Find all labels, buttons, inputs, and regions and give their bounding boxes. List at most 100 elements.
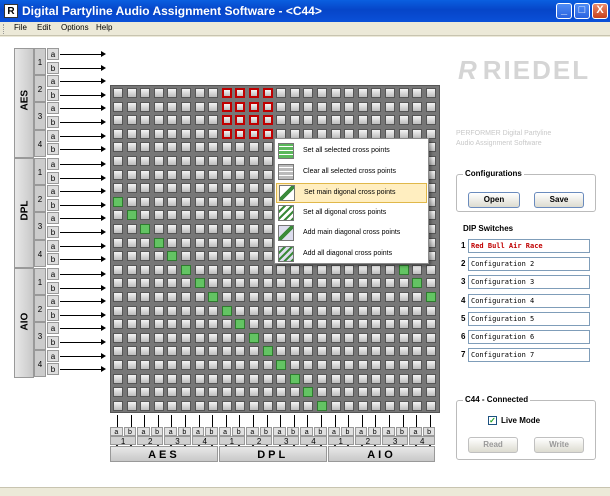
crosspoint-cell[interactable]	[208, 169, 219, 180]
crosspoint-cell[interactable]	[412, 101, 423, 112]
crosspoint-cell[interactable]	[208, 251, 219, 262]
crosspoint-cell[interactable]	[371, 400, 382, 411]
crosspoint-cell[interactable]	[385, 400, 395, 411]
crosspoint-cell[interactable]	[235, 196, 246, 207]
crosspoint-cell[interactable]	[167, 305, 178, 316]
crosspoint-cell[interactable]	[235, 346, 246, 357]
crosspoint-cell[interactable]	[385, 278, 395, 289]
crosspoint-cell[interactable]	[126, 156, 137, 166]
crosspoint-cell[interactable]	[249, 332, 259, 343]
crosspoint-cell[interactable]	[153, 128, 164, 139]
crosspoint-cell[interactable]	[371, 115, 382, 126]
crosspoint-cell[interactable]	[330, 292, 341, 302]
crosspoint-cell[interactable]	[412, 373, 423, 384]
crosspoint-cell[interactable]	[262, 292, 273, 302]
crosspoint-cell[interactable]	[167, 101, 178, 112]
crosspoint-cell[interactable]	[249, 183, 259, 194]
crosspoint-cell[interactable]	[208, 400, 219, 411]
crosspoint-cell[interactable]	[235, 251, 246, 262]
crosspoint-cell[interactable]	[221, 319, 232, 330]
crosspoint-cell[interactable]	[262, 332, 273, 343]
crosspoint-cell[interactable]	[357, 88, 368, 98]
crosspoint-cell[interactable]	[249, 237, 259, 248]
crosspoint-cell[interactable]	[357, 387, 368, 398]
crosspoint-cell[interactable]	[385, 373, 395, 384]
crosspoint-cell[interactable]	[113, 237, 123, 248]
crosspoint-cell[interactable]	[412, 115, 423, 126]
crosspoint-cell[interactable]	[181, 387, 191, 398]
crosspoint-cell[interactable]	[181, 251, 191, 262]
crosspoint-cell[interactable]	[412, 88, 423, 98]
crosspoint-cell[interactable]	[113, 128, 123, 139]
context-menu-item[interactable]: Add main diagonal cross points	[276, 224, 427, 244]
crosspoint-cell[interactable]	[113, 210, 123, 221]
crosspoint-cell[interactable]	[113, 88, 123, 98]
crosspoint-cell[interactable]	[181, 373, 191, 384]
crosspoint-cell[interactable]	[221, 332, 232, 343]
crosspoint-cell[interactable]	[303, 292, 314, 302]
crosspoint-cell[interactable]	[330, 373, 341, 384]
crosspoint-cell[interactable]	[344, 373, 355, 384]
crosspoint-cell[interactable]	[330, 278, 341, 289]
crosspoint-cell[interactable]	[385, 360, 395, 370]
crosspoint-cell[interactable]	[425, 319, 436, 330]
crosspoint-cell[interactable]	[153, 88, 164, 98]
crosspoint-cell[interactable]	[398, 264, 409, 275]
crosspoint-cell[interactable]	[235, 373, 246, 384]
crosspoint-cell[interactable]	[181, 332, 191, 343]
crosspoint-cell[interactable]	[249, 101, 259, 112]
crosspoint-cell[interactable]	[344, 101, 355, 112]
crosspoint-cell[interactable]	[276, 88, 287, 98]
crosspoint-cell[interactable]	[262, 387, 273, 398]
crosspoint-cell[interactable]	[357, 101, 368, 112]
crosspoint-cell[interactable]	[289, 373, 300, 384]
dip-switch-name-field[interactable]: Configuration 5	[468, 311, 590, 326]
crosspoint-cell[interactable]	[167, 264, 178, 275]
crosspoint-cell[interactable]	[167, 237, 178, 248]
crosspoint-cell[interactable]	[113, 360, 123, 370]
crosspoint-cell[interactable]	[221, 387, 232, 398]
dip-switch-name-field[interactable]: Configuration 6	[468, 330, 590, 344]
crosspoint-cell[interactable]	[344, 360, 355, 370]
crosspoint-cell[interactable]	[317, 88, 327, 98]
crosspoint-cell[interactable]	[113, 400, 123, 411]
crosspoint-cell[interactable]	[113, 346, 123, 357]
crosspoint-cell[interactable]	[276, 115, 287, 126]
crosspoint-cell[interactable]	[235, 101, 246, 112]
crosspoint-cell[interactable]	[303, 305, 314, 316]
crosspoint-cell[interactable]	[208, 156, 219, 166]
crosspoint-cell[interactable]	[262, 251, 273, 262]
crosspoint-cell[interactable]	[113, 196, 123, 207]
crosspoint-cell[interactable]	[317, 332, 327, 343]
save-button[interactable]: Save	[534, 192, 584, 208]
crosspoint-cell[interactable]	[221, 101, 232, 112]
crosspoint-cell[interactable]	[398, 305, 409, 316]
crosspoint-cell[interactable]	[317, 373, 327, 384]
crosspoint-cell[interactable]	[303, 319, 314, 330]
crosspoint-cell[interactable]	[249, 224, 259, 234]
crosspoint-cell[interactable]	[385, 305, 395, 316]
crosspoint-cell[interactable]	[330, 115, 341, 126]
crosspoint-cell[interactable]	[153, 360, 164, 370]
crosspoint-cell[interactable]	[330, 305, 341, 316]
crosspoint-cell[interactable]	[221, 156, 232, 166]
crosspoint-cell[interactable]	[262, 115, 273, 126]
dip-switch-name-field[interactable]: Configuration 7	[468, 348, 590, 363]
crosspoint-cell[interactable]	[289, 332, 300, 343]
crosspoint-cell[interactable]	[317, 115, 327, 126]
crosspoint-cell[interactable]	[412, 292, 423, 302]
crosspoint-cell[interactable]	[194, 346, 205, 357]
crosspoint-cell[interactable]	[153, 115, 164, 126]
crosspoint-cell[interactable]	[194, 400, 205, 411]
crosspoint-cell[interactable]	[113, 115, 123, 126]
crosspoint-cell[interactable]	[153, 319, 164, 330]
crosspoint-cell[interactable]	[317, 264, 327, 275]
crosspoint-cell[interactable]	[140, 346, 151, 357]
crosspoint-cell[interactable]	[344, 278, 355, 289]
crosspoint-cell[interactable]	[126, 346, 137, 357]
crosspoint-cell[interactable]	[126, 264, 137, 275]
crosspoint-cell[interactable]	[412, 400, 423, 411]
crosspoint-cell[interactable]	[140, 373, 151, 384]
context-menu-item[interactable]: Add all diagonal cross points	[276, 245, 427, 265]
crosspoint-cell[interactable]	[289, 360, 300, 370]
